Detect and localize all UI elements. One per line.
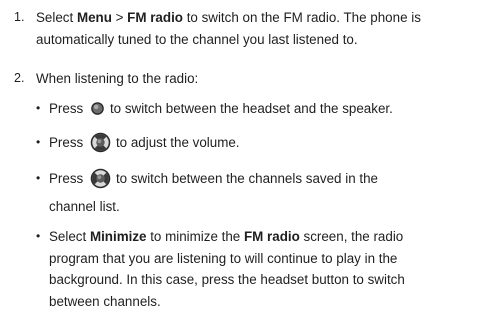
step-1: 1. Select Menu > FM radio to switch on t…	[14, 7, 485, 50]
step-1-body: Select Menu > FM radio to switch on the …	[36, 7, 485, 50]
bullet-volume-post: to adjust the volume.	[116, 135, 240, 150]
step-1-line-2: automatically tuned to the channel you l…	[36, 29, 485, 51]
step-1-text: Select	[36, 10, 77, 25]
bullet-channels-post: to switch between the channels saved in …	[116, 171, 378, 186]
bullet-speaker-line: Press to switch between the headset and …	[49, 98, 487, 123]
bullet-marker: •	[36, 226, 40, 248]
bullet-minimize: • Select Minimize to minimize the FM rad…	[36, 226, 487, 312]
bullet-minimize-mid: to minimize the	[146, 229, 244, 244]
bullet-speaker: • Press to switch between the headset an…	[36, 98, 487, 123]
step-2-number: 2.	[14, 68, 34, 90]
step-1-line-1: Select Menu > FM radio to switch on the …	[36, 7, 485, 29]
center-key-icon	[90, 101, 105, 123]
step-2-intro: When listening to the radio:	[36, 68, 485, 90]
bullet-minimize-line-2: program that you are listening to will c…	[49, 248, 487, 270]
document-page: 1. Select Menu > FM radio to switch on t…	[0, 0, 491, 311]
fm-radio-label: FM radio	[244, 229, 300, 244]
step-1-number: 1.	[14, 7, 34, 29]
step-1-text-end: to switch on the FM radio. The phone is	[183, 10, 421, 25]
bullet-speaker-post: to switch between the headset and the sp…	[110, 101, 393, 116]
bullet-minimize-line-1: Select Minimize to minimize the FM radio…	[49, 226, 487, 248]
menu-separator: >	[112, 10, 127, 25]
menu-label: Menu	[77, 10, 112, 25]
bullet-minimize-line-4: between channels.	[49, 291, 487, 312]
fm-radio-label: FM radio	[127, 10, 183, 25]
nav-key-leftright-icon	[90, 168, 111, 196]
bullet-minimize-post: screen, the radio	[300, 229, 403, 244]
bullet-channels-pre: Press	[49, 171, 87, 186]
bullet-minimize-line-3: background. In this case, press the head…	[49, 269, 487, 291]
bullet-minimize-pre: Select	[49, 229, 90, 244]
bullet-marker: •	[36, 98, 40, 120]
bullet-channels-line-1: Press to switch between the channels sav…	[49, 168, 487, 196]
step-2-bullet-list: • Press to switch between the headset an…	[36, 98, 487, 312]
step-2: 2. When listening to the radio:	[14, 68, 485, 90]
bullet-volume-pre: Press	[49, 135, 87, 150]
bullet-speaker-pre: Press	[49, 101, 87, 116]
bullet-volume: • Press to adjust the volume.	[36, 132, 487, 160]
nav-key-updown-icon	[90, 132, 111, 160]
bullet-volume-line: Press to adjust the volume.	[49, 132, 487, 160]
bullet-channels: • Press to switch between the channels s…	[36, 168, 487, 217]
bullet-channels-line-2: channel list.	[49, 196, 487, 218]
minimize-label: Minimize	[90, 229, 147, 244]
bullet-marker: •	[36, 168, 40, 190]
bullet-marker: •	[36, 132, 40, 154]
